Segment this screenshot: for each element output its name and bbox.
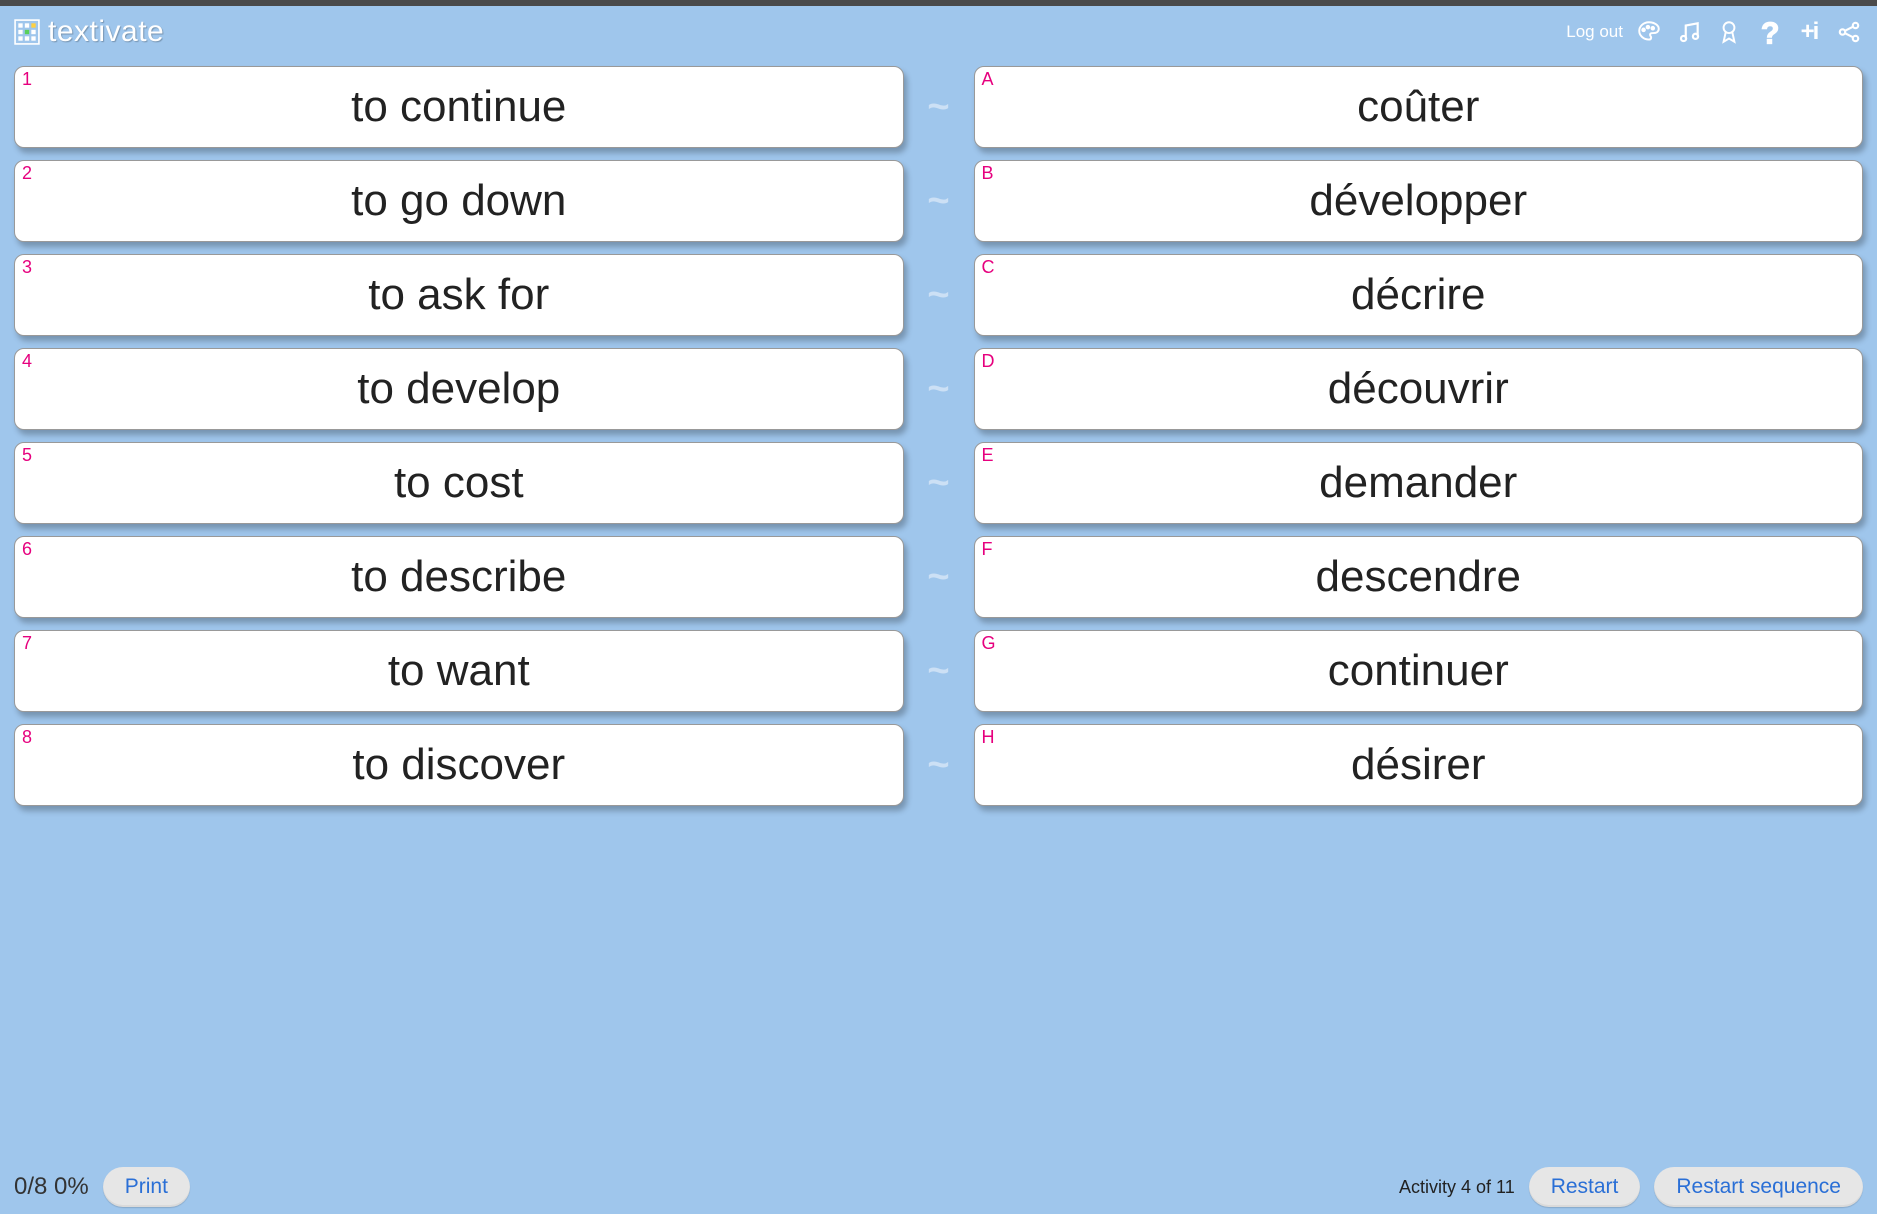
print-button[interactable]: Print [103,1167,190,1207]
tilde-connector: ~ [904,724,974,806]
card-text: to describe [351,552,566,602]
right-column: Acoûter Bdévelopper Cdécrire Ddécouvrir Edem… [974,66,1864,1160]
share-icon[interactable] [1835,18,1863,46]
left-card[interactable]: 6 to describe [14,536,904,618]
card-index-label: 2 [22,163,32,184]
left-card[interactable]: 2 to go down [14,160,904,242]
svg-text:?: ? [1761,18,1780,46]
card-text: demander [1319,458,1517,508]
help-icon[interactable]: ? [1755,18,1783,46]
card-index-label: 5 [22,445,32,466]
right-card[interactable]: Fdescendre [974,536,1864,618]
footer: 0/8 0% Print Activity 4 of 11 Restart Re… [0,1160,1877,1214]
logout-link[interactable]: Log out [1566,22,1623,42]
tilde-connector: ~ [904,348,974,430]
left-card[interactable]: 3 to ask for [14,254,904,336]
brand-text: textivate [48,15,164,49]
tilde-connector: ~ [904,536,974,618]
card-letter-label: F [982,539,993,560]
header: textivate Log out [0,6,1877,58]
card-text: to continue [351,82,566,132]
tilde-connector: ~ [904,160,974,242]
card-text: découvrir [1328,364,1509,414]
music-icon[interactable] [1675,18,1703,46]
palette-icon[interactable] [1635,18,1663,46]
card-letter-label: B [982,163,994,184]
card-letter-label: G [982,633,996,654]
activity-counter: Activity 4 of 11 [1399,1177,1515,1198]
tilde-connector: ~ [904,66,974,148]
card-letter-label: A [982,69,994,90]
card-text: to want [388,646,530,696]
card-text: décrire [1351,270,1486,320]
left-card[interactable]: 8 to discover [14,724,904,806]
tilde-connector: ~ [904,630,974,712]
left-card[interactable]: 1 to continue [14,66,904,148]
right-card[interactable]: Cdécrire [974,254,1864,336]
card-text: descendre [1316,552,1521,602]
card-index-label: 4 [22,351,32,372]
card-letter-label: C [982,257,995,278]
card-text: to discover [352,740,565,790]
card-index-label: 1 [22,69,32,90]
card-letter-label: D [982,351,995,372]
restart-button[interactable]: Restart [1529,1167,1641,1207]
card-index-label: 6 [22,539,32,560]
left-card[interactable]: 7 to want [14,630,904,712]
brand-grid-icon [14,19,40,45]
card-index-label: 3 [22,257,32,278]
card-text: to go down [351,176,566,226]
header-right: Log out ? [1566,18,1863,46]
card-text: to develop [357,364,560,414]
card-text: to cost [394,458,524,508]
footer-right: Activity 4 of 11 Restart Restart sequenc… [1399,1167,1863,1207]
brand[interactable]: textivate [14,15,164,49]
card-index-label: 8 [22,727,32,748]
right-card[interactable]: Hdésirer [974,724,1864,806]
score-text: 0/8 0% [14,1173,89,1201]
right-card[interactable]: Ddécouvrir [974,348,1864,430]
left-card[interactable]: 5 to cost [14,442,904,524]
card-text: développer [1309,176,1527,226]
left-card[interactable]: 4 to develop [14,348,904,430]
card-text: to ask for [368,270,549,320]
card-text: coûter [1357,82,1479,132]
tilde-connector: ~ [904,442,974,524]
card-letter-label: E [982,445,994,466]
tilde-connector: ~ [904,254,974,336]
connector-column: ~ ~ ~ ~ ~ ~ ~ ~ [904,66,974,1160]
ribbon-icon[interactable] [1715,18,1743,46]
main-area: 1 to continue 2 to go down 3 to ask for 4 to de… [0,58,1877,1160]
card-letter-label: H [982,727,995,748]
right-card[interactable]: Gcontinuer [974,630,1864,712]
card-text: continuer [1328,646,1509,696]
left-column: 1 to continue 2 to go down 3 to ask for 4 to de… [14,66,904,1160]
restart-sequence-button[interactable]: Restart sequence [1654,1167,1863,1207]
right-card[interactable]: Acoûter [974,66,1864,148]
plus-i-icon[interactable]: +i [1795,18,1823,46]
right-card[interactable]: Edemander [974,442,1864,524]
right-card[interactable]: Bdévelopper [974,160,1864,242]
card-index-label: 7 [22,633,32,654]
footer-left: 0/8 0% Print [14,1167,190,1207]
card-text: désirer [1351,740,1486,790]
